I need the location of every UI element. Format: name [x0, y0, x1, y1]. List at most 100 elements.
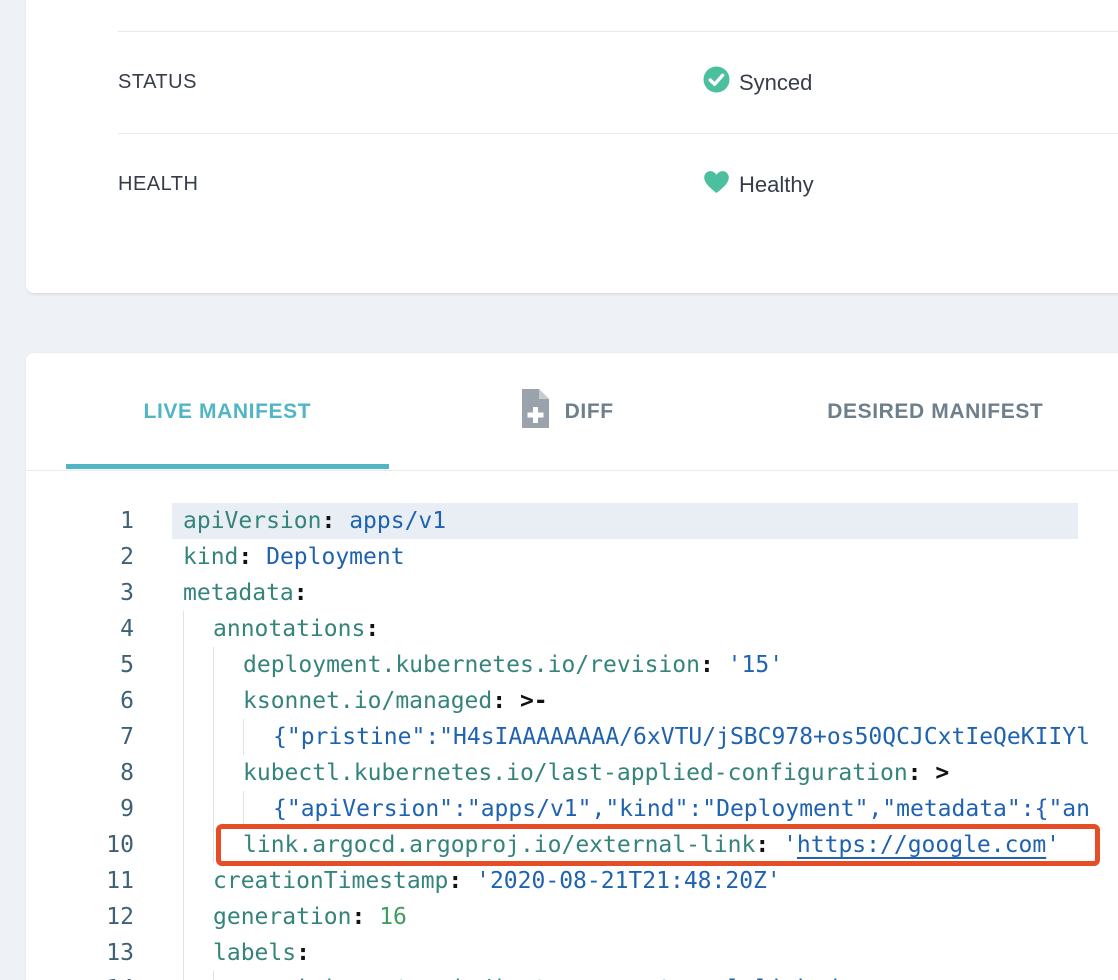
- code-text: creationTimestamp: '2020-08-21T21:48:20Z…: [183, 863, 781, 899]
- tab-live-manifest[interactable]: LIVE MANIFEST: [66, 353, 389, 470]
- line-number: 6: [26, 683, 134, 719]
- line-number: 12: [26, 899, 134, 935]
- code-text: kubectl.kubernetes.io/last-applied-confi…: [183, 755, 949, 791]
- code-segment: apiVersion: [183, 508, 321, 534]
- indent-guide: [183, 935, 213, 971]
- code-line-3: 3 metadata:: [26, 575, 1118, 611]
- code-segment: :: [296, 940, 310, 966]
- code-line-12: 12 generation: 16: [26, 899, 1118, 935]
- code-segment: '15': [714, 652, 783, 678]
- tab-diff[interactable]: DIFF: [389, 353, 745, 470]
- code-segment: kubectl.kubernetes.io/last-applied-confi…: [243, 760, 908, 786]
- code-line-11: 11 creationTimestamp: '2020-08-21T21:48:2…: [26, 863, 1118, 899]
- code-segment: :: [294, 580, 308, 606]
- health-status-text: Healthy: [739, 172, 814, 198]
- indent-guide: [243, 719, 273, 755]
- indent-guide: [183, 611, 213, 647]
- code-segment: :: [238, 544, 252, 570]
- code-segment: :: [700, 652, 714, 678]
- code-segment: metadata: [183, 580, 294, 606]
- code-segment: kind: [183, 544, 238, 570]
- code-segment: ': [1046, 832, 1060, 858]
- code-segment: Deployment: [252, 544, 404, 570]
- code-line-6: 6 ksonnet.io/managed: >-: [26, 683, 1118, 719]
- line-number: 13: [26, 935, 134, 971]
- indent-guide: [183, 647, 213, 683]
- code-segment: :: [351, 904, 365, 930]
- code-text: ksonnet.io/managed: >-: [183, 683, 548, 719]
- file-plus-icon: [520, 388, 551, 435]
- line-number: 5: [26, 647, 134, 683]
- code-segment: :: [321, 508, 335, 534]
- line-number: 10: [26, 827, 134, 863]
- line-number: 11: [26, 863, 134, 899]
- active-tab-underline: [66, 464, 389, 469]
- health-status-value: Healthy: [703, 169, 814, 200]
- indent-guide: [183, 863, 213, 899]
- code-segment: deployment.kubernetes.io/revision: [243, 652, 700, 678]
- indent-guide: [183, 899, 213, 935]
- check-circle-icon: [703, 66, 730, 99]
- code-text: annotations:: [183, 611, 379, 647]
- code-segment: {"pristine":"H4sIAAAAAAAA/6xVTU/jSBC978+…: [273, 724, 1090, 750]
- code-segment: :: [908, 760, 922, 786]
- code-segment: annotations: [213, 616, 365, 642]
- code-text: generation: 16: [183, 899, 407, 935]
- line-number: 1: [26, 503, 134, 539]
- line-number: 3: [26, 575, 134, 611]
- tab-live-manifest-label: LIVE MANIFEST: [144, 400, 312, 424]
- line-number: 2: [26, 539, 134, 575]
- indent-guide: [213, 719, 243, 755]
- health-label: HEALTH: [118, 173, 703, 196]
- indent-guide: [183, 971, 213, 980]
- line-number: 7: [26, 719, 134, 755]
- external-link[interactable]: https://google.com: [797, 832, 1046, 858]
- code-line-9: 9 {"apiVersion":"apps/v1","kind":"Deploym…: [26, 791, 1118, 827]
- code-text: {"pristine":"H4sIAAAAAAAA/6xVTU/jSBC978+…: [183, 719, 1090, 755]
- indent-guide: [213, 827, 243, 863]
- code-line-5: 5 deployment.kubernetes.io/revision: '15': [26, 647, 1118, 683]
- indent-guide: [183, 719, 213, 755]
- code-text: link.argocd.argoproj.io/external-link: '…: [183, 827, 1060, 863]
- code-text: labels:: [183, 935, 310, 971]
- indent-guide: [183, 791, 213, 827]
- code-line-7: 7 {"pristine":"H4sIAAAAAAAA/6xVTU/jSBC978…: [26, 719, 1118, 755]
- code-segment: >-: [506, 688, 548, 714]
- code-text: apiVersion: apps/v1: [183, 503, 446, 539]
- code-segment: creationTimestamp: [213, 868, 448, 894]
- code-segment: :: [755, 832, 769, 858]
- code-line-4: 4annotations:: [26, 611, 1118, 647]
- tab-desired-manifest[interactable]: DESIRED MANIFEST: [745, 353, 1118, 470]
- code-line-10: 10 link.argocd.argoproj.io/external-link:…: [26, 827, 1118, 863]
- code-segment: >: [922, 760, 950, 786]
- indent-guide: [213, 683, 243, 719]
- indent-guide: [213, 755, 243, 791]
- code-text: metadata:: [183, 575, 308, 611]
- code-line-13: 13 labels:: [26, 935, 1118, 971]
- code-segment: {"apiVersion":"apps/v1","kind":"Deployme…: [273, 796, 1090, 822]
- code-line-2: 2 kind: Deployment: [26, 539, 1118, 575]
- indent-guide: [213, 647, 243, 683]
- status-row: STATUS Synced: [118, 31, 1118, 133]
- code-segment: external-link-demo: [617, 976, 880, 980]
- code-text: deployment.kubernetes.io/revision: '15': [183, 647, 783, 683]
- line-number: 9: [26, 791, 134, 827]
- manifest-card: LIVE MANIFEST DIFF DESIRED MANIFEST 1 api…: [26, 353, 1118, 980]
- health-row: HEALTH Healthy: [118, 133, 1118, 235]
- code-line-8: 8kubectl.kubernetes.io/last-applied-conf…: [26, 755, 1118, 791]
- tab-desired-manifest-label: DESIRED MANIFEST: [827, 400, 1043, 424]
- code-segment: :: [448, 868, 462, 894]
- sync-status-value: Synced: [703, 66, 812, 99]
- sync-status-text: Synced: [739, 70, 812, 96]
- code-text: app.kubernetes.io/instance: external-lin…: [183, 971, 880, 980]
- code-segment: :: [603, 976, 617, 980]
- code-segment: 16: [365, 904, 407, 930]
- code-segment: ': [769, 832, 797, 858]
- code-segment: :: [492, 688, 506, 714]
- code-segment: generation: [213, 904, 351, 930]
- indent-guide: [183, 755, 213, 791]
- code-segment: '2020-08-21T21:48:20Z': [462, 868, 781, 894]
- code-line-14: 14app.kubernetes.io/instance: external-l…: [26, 971, 1118, 980]
- code-text: {"apiVersion":"apps/v1","kind":"Deployme…: [183, 791, 1090, 827]
- indent-guide: [213, 971, 243, 980]
